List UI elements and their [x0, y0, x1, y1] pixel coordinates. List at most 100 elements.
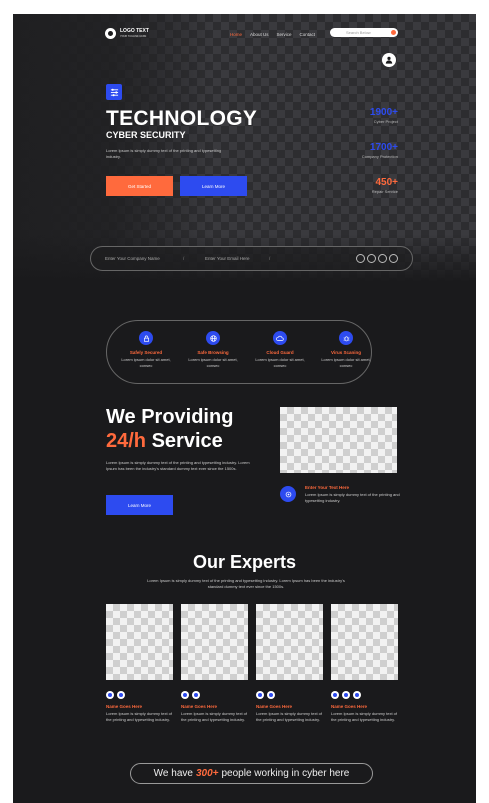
- settings-sliders-icon: [106, 84, 122, 100]
- logo-text: LOGO TEXT: [120, 27, 149, 34]
- social-links: [181, 691, 248, 699]
- search-button[interactable]: [391, 30, 396, 35]
- expert-name: Name Goes Here: [331, 704, 368, 709]
- email-field[interactable]: Enter Your Email Here: [205, 256, 250, 261]
- hero-learn-more-button[interactable]: Learn More: [180, 176, 247, 196]
- field-divider: /: [183, 256, 185, 261]
- expert-description: Lorem Ipsum is simply dummy text of the …: [181, 711, 248, 722]
- providing-image-placeholder: [280, 407, 397, 473]
- nav-service[interactable]: Service: [277, 32, 292, 37]
- expert-photo-placeholder: [331, 604, 398, 680]
- providing-highlight: 24/h: [106, 430, 147, 452]
- contact-form-bar: Enter Your Company Name / Enter Your Ema…: [90, 246, 413, 271]
- experts-description: Lorem Ipsum is simply dummy text of the …: [147, 578, 345, 589]
- lock-icon: [139, 331, 153, 345]
- search-placeholder: Search Below: [346, 30, 371, 35]
- social-icon[interactable]: [331, 691, 339, 699]
- providing-heading: We Providing: [106, 406, 234, 428]
- feature-safely-secured: Safely Secured Lorem ipsum dolor sit ame…: [115, 331, 177, 368]
- providing-learn-more-button[interactable]: Learn More: [106, 495, 173, 515]
- experts-title: Our Experts: [192, 552, 297, 572]
- company-name-field[interactable]: Enter Your Company Name: [105, 256, 160, 261]
- main-nav: Home About Us Service Contact: [230, 32, 315, 37]
- stat-company-protection: 1700+ Company Protection: [362, 142, 398, 159]
- get-started-button[interactable]: Get Started: [106, 176, 173, 196]
- callout-description: Lorem Ipsum is simply dummy text of the …: [305, 492, 400, 503]
- banner-prefix: We have: [153, 768, 193, 779]
- feature-title: Virus Scaning: [331, 350, 361, 355]
- globe-icon: [206, 331, 220, 345]
- expert-photo-placeholder: [106, 604, 173, 680]
- feature-description: Lorem ipsum dolor sit amet, consec: [321, 357, 371, 368]
- slider-dot[interactable]: [356, 254, 365, 263]
- social-links: [106, 691, 173, 699]
- expert-card: Name Goes Here Lorem Ipsum is simply dum…: [181, 604, 248, 723]
- feature-virus-scanning: Virus Scaning Lorem ipsum dolor sit amet…: [315, 331, 377, 368]
- expert-name: Name Goes Here: [256, 704, 293, 709]
- expert-name: Name Goes Here: [106, 704, 143, 709]
- feature-safe-browsing: Safe Browsing Lorem ipsum dolor sit amet…: [182, 331, 244, 368]
- feature-title: Cloud Guard: [266, 350, 294, 355]
- stat-label: Cyber Project: [373, 119, 398, 124]
- logo-icon: [105, 28, 116, 39]
- people-count-banner: We have 300+ people working in cyber her…: [130, 763, 373, 784]
- expert-photo-placeholder: [256, 604, 323, 680]
- stat-label: Company Protection: [361, 154, 398, 159]
- logo[interactable]: LOGO TEXT YOUR TAGLINE HERE: [105, 28, 149, 39]
- providing-subheading: 24/h Service: [106, 430, 223, 453]
- search-input[interactable]: Search Below: [330, 28, 398, 37]
- landing-page: LOGO TEXT YOUR TAGLINE HERE Home About U…: [13, 14, 476, 803]
- nav-contact[interactable]: Contact: [300, 32, 316, 37]
- social-icon[interactable]: [106, 691, 114, 699]
- bug-icon: [339, 331, 353, 345]
- user-icon[interactable]: [382, 53, 396, 67]
- slider-dot[interactable]: [378, 254, 387, 263]
- nav-home[interactable]: Home: [230, 32, 242, 37]
- banner-suffix: people working in cyber here: [221, 768, 350, 779]
- hero-description: Lorem Ipsum is simply dummy text of the …: [106, 148, 222, 159]
- stat-value: 1900+: [369, 107, 398, 118]
- stat-cyber-project: 1900+ Cyber Project: [370, 107, 398, 124]
- slider-dot[interactable]: [389, 254, 398, 263]
- stat-value: 450+: [375, 177, 398, 188]
- feature-cloud-guard: Cloud Guard Lorem ipsum dolor sit amet, …: [249, 331, 311, 368]
- social-icon[interactable]: [267, 691, 275, 699]
- feature-description: Lorem ipsum dolor sit amet, consec: [188, 357, 238, 368]
- hero-title: TECHNOLOGY: [106, 107, 258, 130]
- feature-title: Safe Browsing: [197, 350, 229, 355]
- stat-label: Repair Service: [371, 189, 398, 194]
- expert-card: Name Goes Here Lorem Ipsum is simply dum…: [331, 604, 398, 723]
- social-links: [331, 691, 398, 699]
- features-panel: Safely Secured Lorem ipsum dolor sit ame…: [106, 320, 372, 384]
- feature-description: Lorem ipsum dolor sit amet, consec: [121, 357, 171, 368]
- expert-name: Name Goes Here: [181, 704, 218, 709]
- expert-description: Lorem Ipsum is simply dummy text of the …: [256, 711, 323, 722]
- stat-value: 1700+: [369, 142, 398, 153]
- social-icon[interactable]: [117, 691, 125, 699]
- callout-title: Enter Your Text Here: [305, 485, 350, 490]
- expert-card: Name Goes Here Lorem Ipsum is simply dum…: [256, 604, 323, 723]
- feature-title: Safely Secured: [129, 350, 163, 355]
- callout-icon: [280, 486, 296, 502]
- expert-description: Lorem Ipsum is simply dummy text of the …: [331, 711, 398, 722]
- cloud-icon: [273, 331, 287, 345]
- social-icon[interactable]: [353, 691, 361, 699]
- slider-dot[interactable]: [367, 254, 376, 263]
- providing-rest: Service: [151, 430, 223, 452]
- hero-section: LOGO TEXT YOUR TAGLINE HERE Home About U…: [13, 14, 476, 282]
- social-icon[interactable]: [256, 691, 264, 699]
- providing-description: Lorem Ipsum is simply dummy text of the …: [106, 460, 250, 471]
- banner-highlight: 300+: [195, 768, 219, 779]
- feature-description: Lorem ipsum dolor sit amet, consec: [255, 357, 305, 368]
- expert-card: Name Goes Here Lorem Ipsum is simply dum…: [106, 604, 173, 723]
- hero-subtitle: CYBER SECURITY: [106, 130, 186, 140]
- social-icon[interactable]: [181, 691, 189, 699]
- social-icon[interactable]: [342, 691, 350, 699]
- expert-description: Lorem Ipsum is simply dummy text of the …: [106, 711, 173, 722]
- stat-repair-service: 450+ Repair Service: [372, 177, 398, 194]
- social-links: [256, 691, 323, 699]
- social-icon[interactable]: [192, 691, 200, 699]
- nav-about-us[interactable]: About Us: [250, 32, 269, 37]
- field-divider: /: [269, 256, 271, 261]
- slider-dots: [356, 254, 398, 263]
